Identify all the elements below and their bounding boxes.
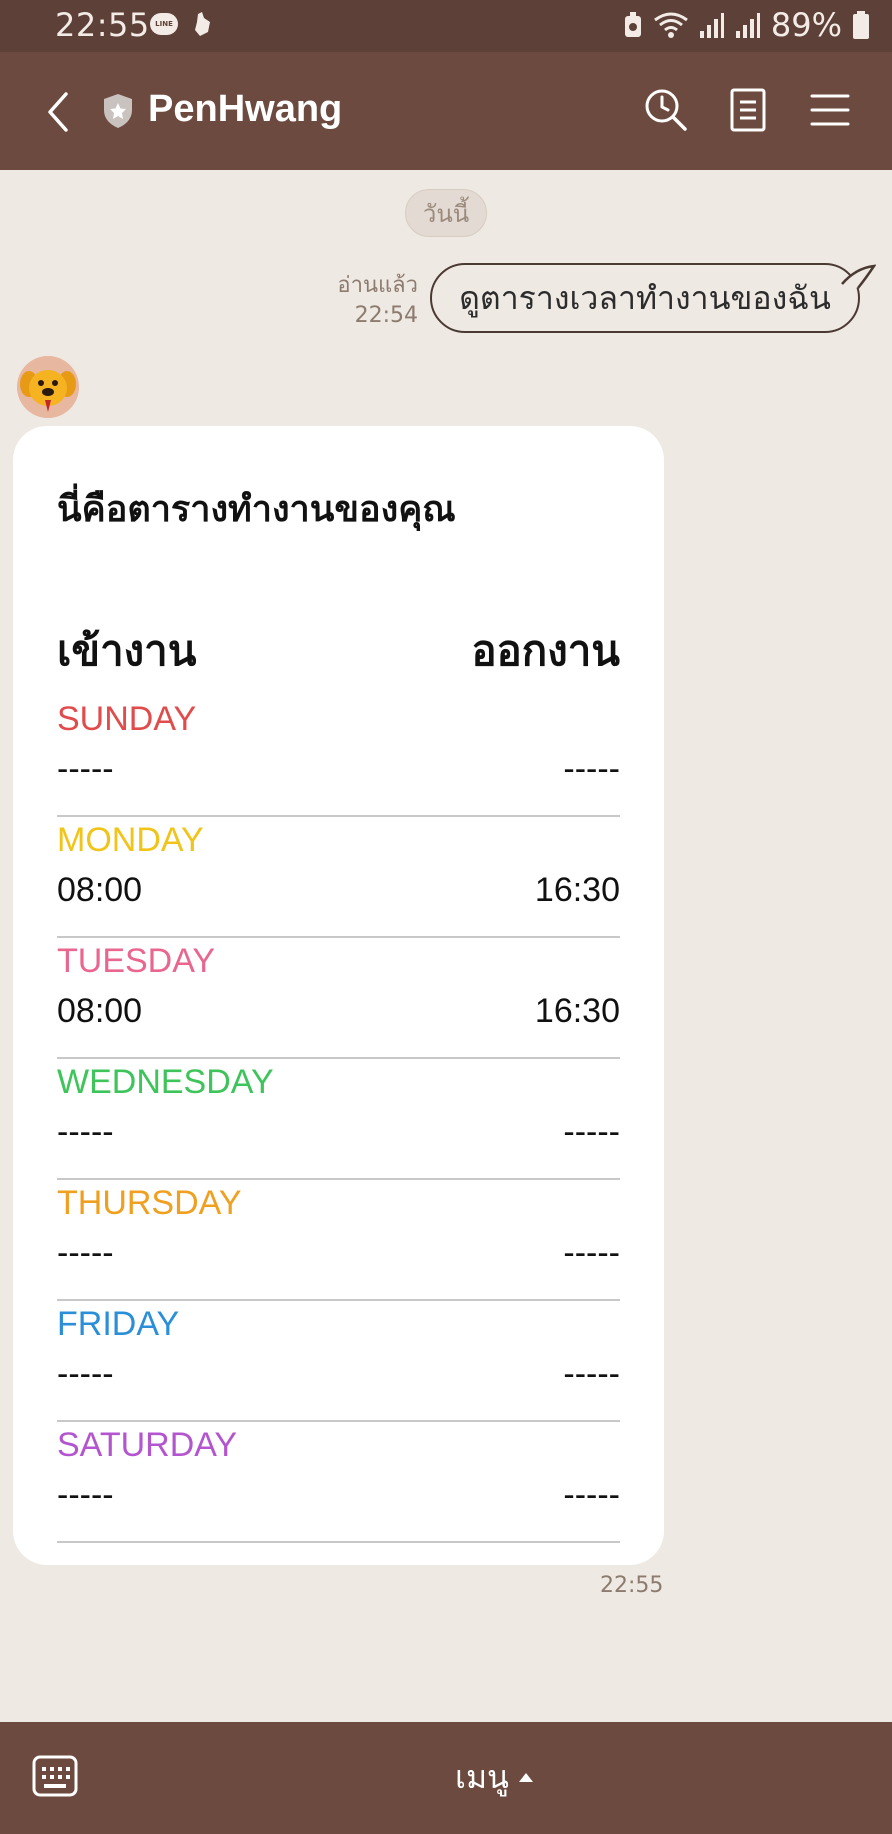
battery-percent: 89% (770, 6, 842, 44)
outgoing-time: 22:54 (354, 303, 418, 328)
time-out: ----- (563, 1476, 620, 1514)
day-name: SATURDAY (57, 1426, 238, 1464)
time-in: ----- (57, 1113, 114, 1151)
time-out: ----- (563, 1234, 620, 1272)
day-row-monday: MONDAY 08:00 16:30 (57, 815, 620, 938)
time-in: 08:00 (57, 871, 143, 909)
read-receipt: อ่านแล้ว 22:54 (337, 271, 418, 331)
search-icon[interactable] (642, 86, 690, 134)
day-row-saturday: SATURDAY ----- ----- (57, 1420, 620, 1543)
line-app-icon: LINE (150, 13, 178, 35)
time-out: ----- (563, 1113, 620, 1151)
wifi-icon (653, 12, 688, 38)
chat-title[interactable]: PenHwang (148, 88, 342, 131)
time-in: ----- (57, 1355, 114, 1393)
day-row-thursday: THURSDAY ----- ----- (57, 1178, 620, 1301)
bottom-bar: เมนู (0, 1722, 892, 1834)
dog-avatar-image (17, 356, 79, 418)
menu-icon[interactable] (806, 86, 854, 134)
time-out: ----- (563, 1355, 620, 1393)
status-time: 22:55 (55, 6, 150, 44)
caret-up-icon (518, 1773, 533, 1782)
official-shield-icon (104, 94, 132, 128)
outgoing-message-bubble[interactable]: ดูตารางเวลาทำงานของฉัน (430, 263, 860, 333)
card-title: นี่คือตารางทำงานของคุณ (57, 489, 456, 530)
day-row-wednesday: WEDNESDAY ----- ----- (57, 1057, 620, 1180)
time-in: ----- (57, 1476, 114, 1514)
status-bar: 22:55 LINE 89% (0, 0, 892, 52)
dog-avatar[interactable] (17, 356, 79, 418)
outgoing-message-text: ดูตารางเวลาทำงานของฉัน (459, 278, 831, 317)
battery-saver-icon (624, 12, 641, 37)
hand-icon (195, 12, 210, 36)
column-header-clock-out: ออกงาน (471, 626, 620, 675)
chat-header: PenHwang (0, 52, 892, 170)
day-name: TUESDAY (57, 942, 216, 980)
rich-menu-toggle[interactable]: เมนู (455, 1752, 533, 1803)
time-out: ----- (563, 750, 620, 788)
keyboard-icon[interactable] (32, 1755, 78, 1797)
back-chevron-icon[interactable] (40, 88, 80, 136)
column-header-clock-in: เข้างาน (57, 626, 197, 675)
time-in: 08:00 (57, 992, 143, 1030)
day-row-friday: FRIDAY ----- ----- (57, 1299, 620, 1422)
day-name: FRIDAY (57, 1305, 180, 1343)
day-name: SUNDAY (57, 700, 197, 738)
day-name: MONDAY (57, 821, 204, 859)
time-out: 16:30 (534, 871, 620, 909)
day-name: THURSDAY (57, 1184, 242, 1222)
battery-icon (853, 11, 869, 39)
notes-icon[interactable] (724, 86, 772, 134)
signal-icon (735, 13, 760, 38)
read-label: อ่านแล้ว (337, 273, 418, 298)
status-right-group: 89% (623, 6, 870, 44)
day-name: WEDNESDAY (57, 1063, 274, 1101)
bubble-tail (841, 264, 876, 289)
day-row-sunday: SUNDAY ----- ----- (57, 694, 620, 817)
incoming-time: 22:55 (600, 1573, 664, 1598)
schedule-card: นี่คือตารางทำงานของคุณ เข้างาน ออกงาน SU… (13, 426, 664, 1565)
time-in: ----- (57, 750, 114, 788)
day-row-tuesday: TUESDAY 08:00 16:30 (57, 936, 620, 1059)
date-separator: วันนี้ (405, 189, 487, 237)
menu-label: เมนู (455, 1758, 509, 1796)
time-in: ----- (57, 1234, 114, 1272)
time-out: 16:30 (534, 992, 620, 1030)
signal-icon (699, 13, 724, 38)
